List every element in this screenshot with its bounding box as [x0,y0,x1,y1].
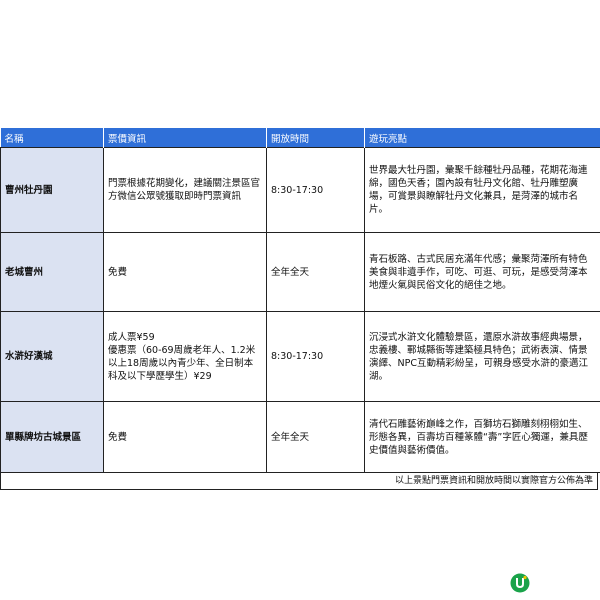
attraction-name: 水滸好漢城 [0,311,104,402]
ticket-info: 門票根據花期變化，建議關注景區官方微信公眾號獲取即時門票資訊 [103,147,267,233]
attraction-name: 單縣牌坊古城景區 [0,401,104,473]
opening-hours: 全年全天 [266,232,365,312]
highlights: 世界最大牡丹園，彙聚千餘種牡丹品種，花期花海連綿，國色天香；園內設有牡丹文化館、… [364,147,600,233]
attraction-name: 老城曹州 [0,232,104,312]
header-hours: 開放時間 [266,128,365,148]
table-row: 單縣牌坊古城景區 免費 全年全天 清代石雕藝術巔峰之作，百獅坊石獅雕刻栩栩如生、… [0,401,600,473]
ticket-info: 成人票¥59 優惠票（60-69周歲老年人、1.2米以上18周歲以內青少年、全日… [103,311,267,402]
logo-circle [510,573,530,593]
table-footnote: 以上景點門票資訊和開放時間以實際官方公佈為準 [0,473,598,490]
opening-hours: 8:30-17:30 [266,311,365,402]
ticket-info: 免費 [103,401,267,473]
opening-hours: 8:30-17:30 [266,147,365,233]
brand-logo-icon [510,573,530,593]
attractions-table: 名稱 票價資訊 開放時間 遊玩亮點 曹州牡丹園 門票根據花期變化，建議關注景區官… [0,128,600,473]
header-highlights: 遊玩亮點 [364,128,600,148]
highlights: 青石板路、古式民居充滿年代感；彙聚菏澤所有特色美食與非遺手作，可吃、可逛、可玩，… [364,232,600,312]
header-name: 名稱 [0,128,104,148]
header-ticket: 票價資訊 [103,128,267,148]
attractions-table-container: 名稱 票價資訊 開放時間 遊玩亮點 曹州牡丹園 門票根據花期變化，建議關注景區官… [0,128,600,490]
logo-dot [523,575,527,580]
opening-hours: 全年全天 [266,401,365,473]
ticket-info: 免費 [103,232,267,312]
highlights: 清代石雕藝術巔峰之作，百獅坊石獅雕刻栩栩如生、形態各異，百壽坊百種篆體“壽”字匠… [364,401,600,473]
highlights: 沉浸式水滸文化體驗景區，還原水滸故事經典場景，忠義樓、鄆城縣衙等建築極具特色；武… [364,311,600,402]
table-row: 曹州牡丹園 門票根據花期變化，建議關注景區官方微信公眾號獲取即時門票資訊 8:3… [0,147,600,233]
attraction-name: 曹州牡丹園 [0,147,104,233]
table-row: 老城曹州 免費 全年全天 青石板路、古式民居充滿年代感；彙聚菏澤所有特色美食與非… [0,232,600,312]
table-row: 水滸好漢城 成人票¥59 優惠票（60-69周歲老年人、1.2米以上18周歲以內… [0,311,600,402]
table-header-row: 名稱 票價資訊 開放時間 遊玩亮點 [0,128,600,148]
